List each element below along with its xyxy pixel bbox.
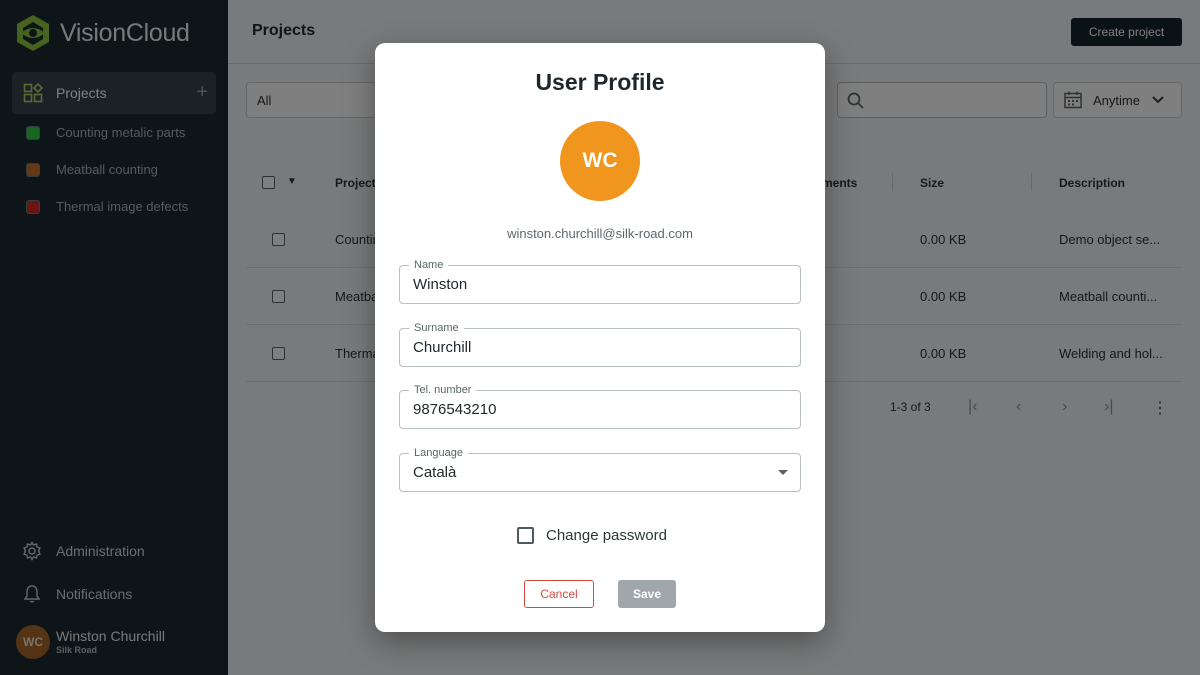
field-value: Winston xyxy=(413,276,468,293)
dialog-title: User Profile xyxy=(535,69,665,95)
change-password-toggle[interactable]: Change password xyxy=(517,527,667,544)
field-value: Churchill xyxy=(413,339,472,356)
profile-avatar: WC xyxy=(560,121,640,201)
field-label: Surname xyxy=(409,321,464,335)
save-button[interactable]: Save xyxy=(618,580,676,608)
change-password-checkbox[interactable] xyxy=(517,527,534,544)
language-select[interactable]: Language Català xyxy=(399,446,801,492)
field-label: Language xyxy=(409,446,468,460)
field-label: Name xyxy=(409,258,449,272)
surname-field[interactable]: Surname Churchill xyxy=(399,321,801,367)
phone-field[interactable]: Tel. number 9876543210 xyxy=(399,383,801,429)
user-profile-dialog: User Profile WC winston.churchill@silk-r… xyxy=(375,43,825,632)
cancel-button[interactable]: Cancel xyxy=(524,580,594,608)
field-value: Català xyxy=(413,464,457,481)
field-value: 9876543210 xyxy=(413,401,497,418)
change-password-label: Change password xyxy=(546,527,667,544)
profile-email: winston.churchill@silk-road.com xyxy=(507,226,693,241)
field-label: Tel. number xyxy=(409,383,477,397)
name-field[interactable]: Name Winston xyxy=(399,258,801,304)
dropdown-arrow-icon xyxy=(778,470,788,475)
